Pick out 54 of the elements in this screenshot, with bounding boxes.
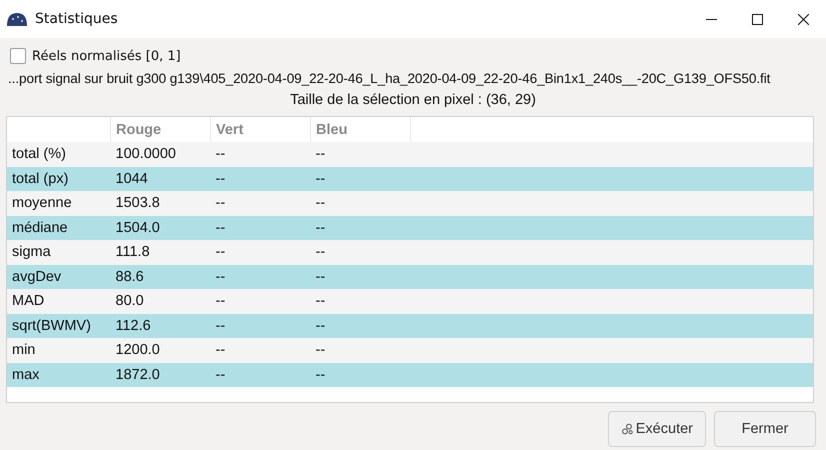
row-label: total (%)	[7, 142, 110, 166]
table-cell: 80.0	[110, 289, 210, 314]
row-label: médiane	[7, 216, 110, 240]
table-cell: --	[210, 264, 310, 289]
table-cell: 112.6	[110, 314, 210, 338]
table-cell: --	[310, 191, 410, 216]
table-cell: --	[210, 191, 310, 216]
table-cell: --	[210, 338, 310, 362]
table-cell: 88.6	[110, 264, 210, 289]
app-icon	[6, 11, 28, 27]
close-icon[interactable]	[798, 14, 809, 24]
maximize-icon[interactable]	[752, 14, 763, 24]
selection-size: Taille de la sélection en pixel : (36, 29)	[289, 91, 537, 110]
row-label: total (px)	[7, 166, 110, 191]
gears-icon	[621, 421, 634, 437]
table-cell: --	[310, 240, 410, 264]
table-cell: 100.0000	[110, 142, 210, 166]
column-header: Bleu	[310, 117, 410, 142]
row-label: moyenne	[7, 191, 110, 216]
table-cell: --	[210, 289, 310, 314]
table-cell: --	[310, 166, 410, 191]
close-button[interactable]: Fermer	[714, 411, 816, 447]
column-header: Rouge	[110, 117, 210, 142]
table-cell: --	[310, 314, 410, 338]
table-cell: --	[310, 338, 410, 362]
row-label: sqrt(BWMV)	[7, 314, 110, 338]
checkbox[interactable]	[10, 48, 26, 64]
column-header: Vert	[210, 117, 310, 142]
table-cell: --	[310, 264, 410, 289]
table-cell: --	[310, 142, 410, 166]
table-cell: --	[210, 142, 310, 166]
table-cell: --	[210, 314, 310, 338]
row-label: max	[7, 362, 110, 387]
table-cell: 1872.0	[110, 362, 210, 387]
table-cell: --	[210, 216, 310, 240]
table-cell: --	[210, 362, 310, 387]
table-cell: 111.8	[110, 240, 210, 264]
table-cell: 1503.8	[110, 191, 210, 216]
row-label: MAD	[7, 289, 110, 314]
table-cell: --	[310, 216, 410, 240]
table-cell: --	[210, 240, 310, 264]
row-label: min	[7, 338, 110, 362]
row-label: sigma	[7, 240, 110, 264]
checkbox-label[interactable]: Réels normalisés [0, 1]	[32, 48, 181, 64]
table-cell: --	[310, 362, 410, 387]
table-cell: 1504.0	[110, 216, 210, 240]
table-cell: --	[310, 289, 410, 314]
table-cell: 1044	[110, 166, 210, 191]
file-path: ...port signal sur bruit g300 g139\405_2020-04-09_22-20-46_L_ha_2020-04-09_22-20-46_Bin1x1_240s__-20C_G139_OFS50.fit	[8, 70, 770, 88]
execute-button[interactable]: Exécuter	[608, 411, 706, 447]
table-cell: 1200.0	[110, 338, 210, 362]
row-label: avgDev	[7, 264, 110, 289]
window-title: Statistiques	[35, 11, 118, 27]
table-cell: --	[210, 166, 310, 191]
